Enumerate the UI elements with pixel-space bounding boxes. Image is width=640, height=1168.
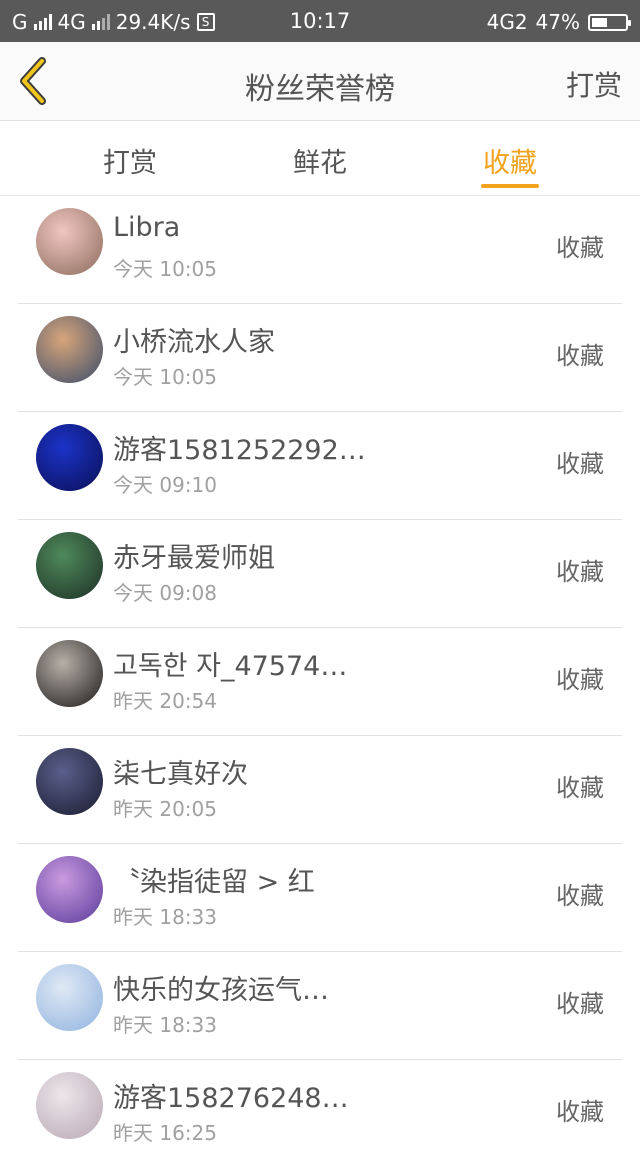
tab-flowers[interactable]: 鲜花 — [260, 141, 380, 180]
fan-name: 游客158276248… — [113, 1083, 349, 1114]
fan-time: 今天 09:08 — [113, 581, 217, 605]
fan-action-type: 收藏 — [556, 234, 604, 262]
fan-name: 고독한 자_47574… — [113, 651, 348, 682]
avatar — [36, 532, 103, 599]
fan-time: 昨天 20:54 — [113, 689, 217, 713]
avatar — [36, 424, 103, 491]
tab-favorites[interactable]: 收藏 — [450, 141, 570, 180]
status-right: 4G2 47% — [486, 10, 631, 34]
list-item[interactable]: 游客1581252292… 今天 09:10 收藏 — [0, 412, 640, 520]
fan-name: 柒七真好次 — [113, 759, 248, 790]
avatar — [36, 748, 103, 815]
list-item[interactable]: 〝染指徒留 > 红 昨天 18:33 收藏 — [0, 844, 640, 952]
fan-name: 小桥流水人家 — [113, 327, 275, 358]
list-item[interactable]: 小桥流水人家 今天 10:05 收藏 — [0, 304, 640, 412]
fan-action-type: 收藏 — [556, 1098, 604, 1126]
fan-time: 今天 10:05 — [113, 257, 217, 281]
fan-time: 今天 10:05 — [113, 365, 217, 389]
list-item[interactable]: 고독한 자_47574… 昨天 20:54 收藏 — [0, 628, 640, 736]
fan-name: 快乐的女孩运气… — [113, 975, 329, 1006]
avatar — [36, 1072, 103, 1139]
fan-action-type: 收藏 — [556, 774, 604, 802]
list-item[interactable]: 柒七真好次 昨天 20:05 收藏 — [0, 736, 640, 844]
fan-name: Libra — [113, 212, 181, 243]
avatar — [36, 640, 103, 707]
tab-active-indicator — [481, 184, 539, 188]
avatar — [36, 208, 103, 275]
fan-action-type: 收藏 — [556, 450, 604, 478]
fan-name: 〝染指徒留 > 红 — [113, 867, 315, 898]
fan-time: 昨天 20:05 — [113, 797, 217, 821]
fan-time: 今天 09:10 — [113, 473, 217, 497]
header: 粉丝荣誉榜 打赏 — [0, 42, 640, 121]
fan-name: 游客1581252292… — [113, 435, 366, 466]
fan-action-type: 收藏 — [556, 882, 604, 910]
avatar — [36, 856, 103, 923]
fan-action-type: 收藏 — [556, 666, 604, 694]
list-item[interactable]: 赤牙最爱师姐 今天 09:08 收藏 — [0, 520, 640, 628]
tab-reward[interactable]: 打赏 — [70, 141, 190, 180]
fan-name: 赤牙最爱师姐 — [113, 543, 275, 574]
list-item[interactable]: Libra 今天 10:05 收藏 — [0, 196, 640, 304]
status-bar: G 4G 29.4K/s S 10:17 4G2 47% — [0, 0, 640, 42]
fan-time: 昨天 18:33 — [113, 905, 217, 929]
avatar — [36, 964, 103, 1031]
fan-list: Libra 今天 10:05 收藏 小桥流水人家 今天 10:05 收藏 游客1… — [0, 196, 640, 1168]
list-item[interactable]: 快乐的女孩运气… 昨天 18:33 收藏 — [0, 952, 640, 1060]
tab-bar: 打赏 鲜花 收藏 — [0, 121, 640, 196]
fan-action-type: 收藏 — [556, 990, 604, 1018]
fan-action-type: 收藏 — [556, 558, 604, 586]
fan-action-type: 收藏 — [556, 342, 604, 370]
page-title: 粉丝荣誉榜 — [245, 72, 395, 107]
battery-percent: 47% — [535, 10, 580, 34]
avatar — [36, 316, 103, 383]
reward-button[interactable]: 打赏 — [566, 64, 622, 104]
fan-time: 昨天 16:25 — [113, 1121, 217, 1145]
fan-time: 昨天 18:33 — [113, 1013, 217, 1037]
battery-icon — [588, 13, 631, 31]
list-item[interactable]: 游客158276248… 昨天 16:25 收藏 — [0, 1060, 640, 1168]
network-type: 4G2 — [486, 10, 528, 34]
